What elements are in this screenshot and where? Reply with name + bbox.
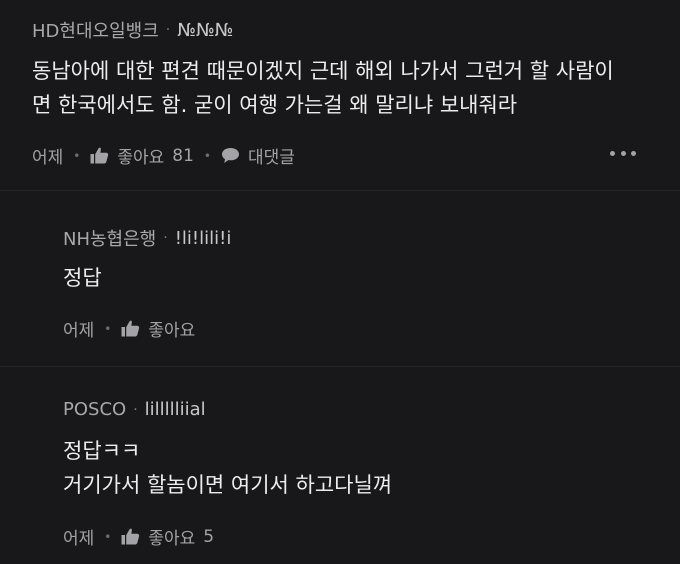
separator-dot: · [163, 230, 168, 246]
author-company: HD현대오일뱅크 [32, 21, 159, 42]
separator-dot: • [104, 321, 112, 336]
comment-author[interactable]: HD현대오일뱅크 · №№№ [32, 17, 233, 43]
comment-text-line-1: 동남아에 대한 편견 때문이겠지 근데 해외 나가서 그런거 할 사람이 [32, 59, 614, 83]
like-label: 좋아요 [148, 529, 196, 549]
reply-text-line-2: 거기가서 할놈이면 여기서 하고다닐껴 [63, 473, 393, 497]
speech-bubble-icon [221, 147, 240, 164]
author-company: NH농협은행 [63, 229, 157, 250]
separator-dot: · [133, 401, 138, 418]
reply-author[interactable]: POSCO · lillllliial [63, 399, 206, 420]
like-count: 5 [203, 526, 215, 547]
comment-actions: 어제 • 좋아요 81 • 대댓글 [32, 143, 295, 169]
like-count: 81 [172, 145, 194, 166]
author-company: POSCO [63, 399, 127, 420]
reply-card: NH농협은행 · !li!lili!i 정답 어제 • 좋아요 [0, 191, 680, 367]
reply-actions: 어제 • 좋아요 [63, 316, 195, 341]
separator-dot: • [104, 529, 112, 544]
like-label: 좋아요 [117, 148, 165, 168]
like-label: 좋아요 [148, 321, 196, 341]
reply-time: 어제 [63, 529, 95, 549]
thumbs-up-icon [121, 320, 140, 337]
author-nickname: lillllliial [144, 399, 206, 420]
thumbs-up-icon [90, 147, 109, 164]
author-nickname: !li!lili!i [174, 227, 232, 249]
reply-author[interactable]: NH농협은행 · !li!lili!i [63, 225, 231, 251]
separator-dot: • [203, 148, 211, 163]
comment-text-line-2: 면 한국에서도 함. 굳이 여행 가는걸 왜 말리냐 보내줘라 [32, 93, 518, 117]
like-button[interactable]: 좋아요 5 [121, 524, 214, 549]
like-button[interactable]: 좋아요 [121, 316, 195, 341]
reply-label: 대댓글 [248, 148, 295, 168]
separator-dot: · [165, 22, 171, 38]
more-options-button[interactable] [610, 146, 636, 160]
author-nickname: №№№ [177, 19, 234, 41]
more-dots-icon [610, 150, 615, 156]
thumbs-up-icon [121, 528, 140, 545]
reply-card: POSCO · lillllliial 정답ㅋㅋ 거기가서 할놈이면 여기서 하… [0, 367, 680, 564]
reply-text-line-1: 정답ㅋㅋ [63, 439, 141, 463]
reply-text-line-1: 정답 [63, 266, 102, 290]
reply-time: 어제 [63, 321, 95, 341]
separator-dot: • [73, 148, 81, 163]
comment-time: 어제 [32, 148, 64, 168]
like-button[interactable]: 좋아요 81 [90, 143, 194, 168]
more-dots-icon [631, 150, 636, 156]
reply-actions: 어제 • 좋아요 5 [63, 524, 214, 550]
comment-card: HD현대오일뱅크 · №№№ 동남아에 대한 편견 때문이겠지 근데 해외 나가… [0, 0, 680, 191]
reply-button[interactable]: 대댓글 [221, 143, 295, 168]
more-dots-icon [620, 150, 626, 156]
